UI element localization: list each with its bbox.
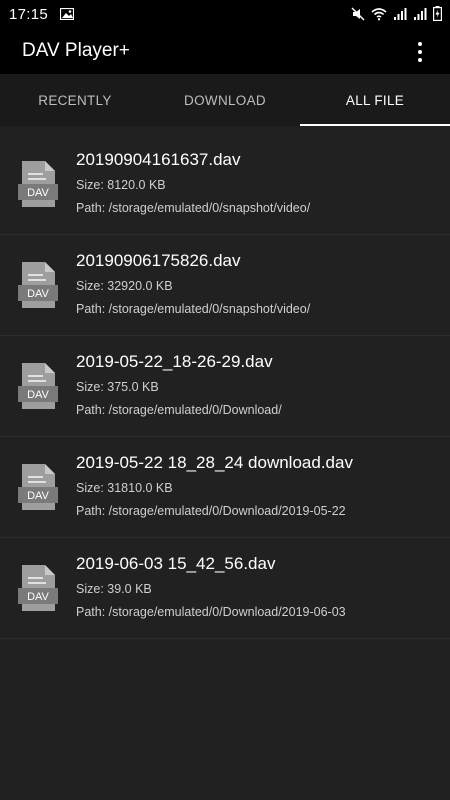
- signal-icon: [394, 7, 407, 20]
- overflow-menu-icon[interactable]: [408, 40, 432, 64]
- tab-all-file[interactable]: ALL FILE: [300, 74, 450, 126]
- file-name: 2019-05-22 18_28_24 download.dav: [76, 453, 353, 472]
- tab-bar: RECENTLY DOWNLOAD ALL FILE: [0, 74, 450, 126]
- list-item[interactable]: DAV 2019-06-03 15_42_56.dav Size: 39.0 K…: [0, 538, 450, 639]
- list-item[interactable]: DAV 20190904161637.dav Size: 8120.0 KB P…: [0, 134, 450, 235]
- status-time: 17:15: [9, 5, 49, 23]
- file-name: 2019-05-22_18-26-29.dav: [76, 352, 273, 371]
- file-list: DAV 20190904161637.dav Size: 8120.0 KB P…: [0, 134, 450, 639]
- list-item[interactable]: DAV 20190906175826.dav Size: 32920.0 KB …: [0, 235, 450, 336]
- svg-text:DAV: DAV: [27, 591, 49, 603]
- svg-text:DAV: DAV: [27, 187, 49, 199]
- tab-download[interactable]: DOWNLOAD: [150, 74, 300, 126]
- list-item[interactable]: DAV 2019-05-22_18-26-29.dav Size: 375.0 …: [0, 336, 450, 437]
- svg-text:DAV: DAV: [27, 490, 49, 502]
- dav-file-icon: DAV: [18, 464, 58, 510]
- signal-icon-2: [414, 7, 427, 20]
- file-path: Path: /storage/emulated/0/Download/2019-…: [76, 605, 346, 619]
- file-name: 20190906175826.dav: [76, 251, 241, 270]
- battery-icon: [433, 6, 442, 21]
- file-size: Size: 8120.0 KB: [76, 178, 166, 192]
- file-name: 2019-06-03 15_42_56.dav: [76, 554, 276, 573]
- app-bar: DAV Player+: [0, 28, 450, 74]
- mute-icon: [351, 7, 365, 20]
- tab-recently[interactable]: RECENTLY: [0, 74, 150, 126]
- file-size: Size: 31810.0 KB: [76, 481, 173, 495]
- file-path: Path: /storage/emulated/0/Download/: [76, 403, 282, 417]
- status-bar: 17:15: [0, 0, 450, 28]
- file-path: Path: /storage/emulated/0/Download/2019-…: [76, 504, 346, 518]
- dav-file-icon: DAV: [18, 363, 58, 409]
- list-item[interactable]: DAV 2019-05-22 18_28_24 download.dav Siz…: [0, 437, 450, 538]
- svg-text:DAV: DAV: [27, 389, 49, 401]
- file-size: Size: 32920.0 KB: [76, 279, 173, 293]
- wifi-icon: [371, 7, 387, 20]
- svg-text:DAV: DAV: [27, 288, 49, 300]
- gallery-notification-icon: [60, 8, 75, 20]
- file-size: Size: 375.0 KB: [76, 380, 159, 394]
- dav-file-icon: DAV: [18, 161, 58, 207]
- file-name: 20190904161637.dav: [76, 150, 241, 169]
- file-path: Path: /storage/emulated/0/snapshot/video…: [76, 201, 311, 215]
- file-size: Size: 39.0 KB: [76, 582, 152, 596]
- dav-file-icon: DAV: [18, 565, 58, 611]
- dav-file-icon: DAV: [18, 262, 58, 308]
- file-path: Path: /storage/emulated/0/snapshot/video…: [76, 302, 311, 316]
- status-icons: [351, 6, 442, 21]
- app-title: DAV Player+: [22, 40, 130, 61]
